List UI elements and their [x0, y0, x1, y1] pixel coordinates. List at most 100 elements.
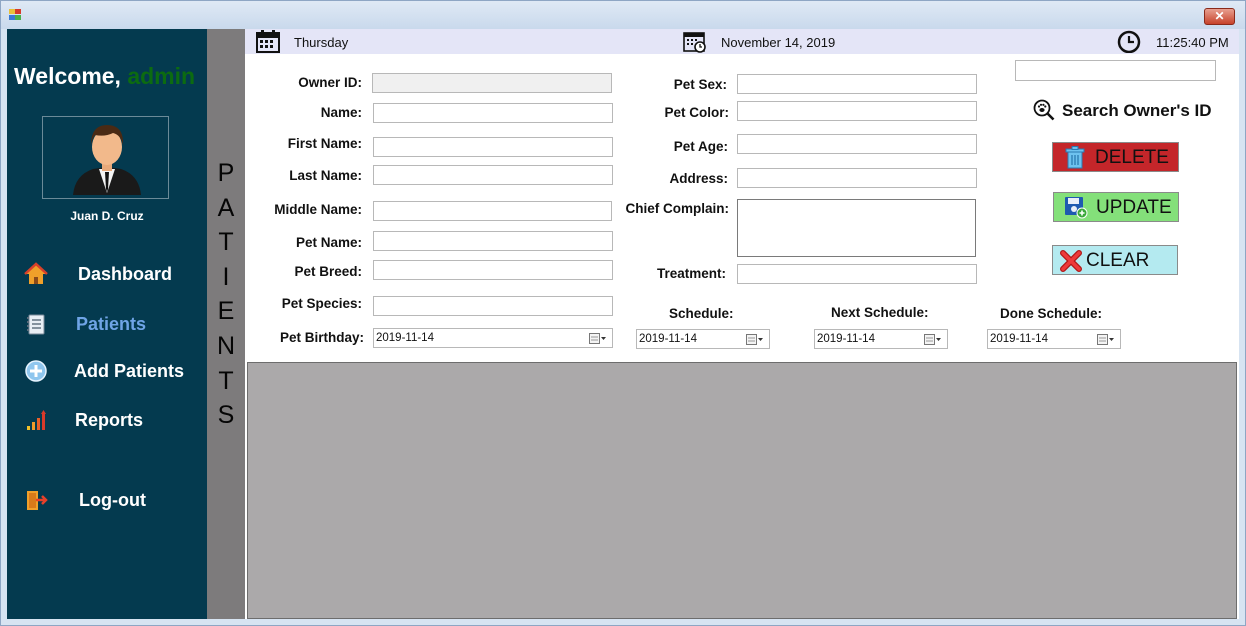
delete-button[interactable]: DELETE	[1052, 142, 1179, 172]
name-field[interactable]	[373, 103, 613, 123]
title-letter: P	[217, 159, 235, 187]
schedule-picker[interactable]: 2019-11-14	[636, 329, 770, 349]
owner-id-label: Owner ID:	[298, 75, 362, 90]
nav-item-log-out[interactable]: Log-out	[7, 485, 207, 515]
date-time-bar: Thursday November 14, 2019 11:25:40 PM	[245, 29, 1239, 54]
middle-name-label: Middle Name:	[274, 202, 362, 217]
pet-birthday-value: 2019-11-14	[376, 332, 434, 344]
clear-button-label: CLEAR	[1086, 250, 1150, 271]
house-icon	[24, 262, 48, 284]
current-time: 11:25:40 PM	[1156, 35, 1229, 50]
patients-data-grid[interactable]	[247, 362, 1237, 619]
schedule-value: 2019-11-14	[639, 333, 697, 345]
title-letter: S	[217, 401, 235, 430]
name-label: Name:	[320, 105, 362, 120]
nav-item-dashboard[interactable]: Dashboard	[7, 259, 207, 289]
pet-color-label: Pet Color:	[664, 105, 729, 120]
notebook-icon	[27, 314, 45, 335]
owner-id-field[interactable]	[372, 73, 612, 93]
save-disk-icon	[1065, 197, 1088, 219]
treatment-field[interactable]	[737, 264, 977, 284]
title-letter: E	[217, 297, 235, 326]
paw-search-icon	[1033, 99, 1055, 121]
pet-name-field[interactable]	[373, 231, 613, 251]
title-letter: I	[222, 262, 230, 291]
calendar-dropdown-icon[interactable]	[589, 333, 607, 345]
title-letter: N	[216, 331, 236, 360]
nav-item-patients[interactable]: Patients	[7, 309, 207, 339]
next-schedule-label: Next Schedule:	[831, 305, 929, 320]
schedule-label: Schedule:	[669, 306, 734, 321]
vertical-title-strip: P A T I E N T S	[207, 29, 245, 619]
sidebar: Welcome, admin Juan D. Cruz Dashboard Pa…	[7, 29, 207, 619]
pet-species-label: Pet Species:	[281, 296, 362, 311]
pet-sex-field[interactable]	[737, 74, 977, 94]
treatment-label: Treatment:	[656, 266, 726, 281]
bar-chart-icon	[27, 410, 46, 430]
update-button-label: UPDATE	[1096, 197, 1172, 218]
pet-sex-label: Pet Sex:	[673, 77, 727, 92]
calendar-clock-icon	[683, 32, 706, 53]
close-button[interactable]: ✕	[1204, 8, 1235, 25]
pet-birthday-label: Pet Birthday:	[279, 330, 364, 345]
calendar-dropdown-icon[interactable]	[1097, 334, 1115, 346]
exit-door-icon	[27, 491, 48, 510]
next-schedule-picker[interactable]: 2019-11-14	[814, 329, 948, 349]
search-owner-id-input[interactable]	[1015, 60, 1216, 81]
done-schedule-value: 2019-11-14	[990, 333, 1048, 345]
pet-name-label: Pet Name:	[295, 235, 362, 250]
calendar-dropdown-icon[interactable]	[924, 334, 942, 346]
title-bar[interactable]: ✕	[1, 1, 1245, 29]
done-schedule-label: Done Schedule:	[1000, 306, 1103, 321]
current-date: November 14, 2019	[721, 35, 836, 50]
welcome-heading: Welcome, admin	[14, 63, 207, 90]
pet-age-label: Pet Age:	[673, 139, 728, 154]
app-window: ✕ Welcome, admin Juan D. Cruz Dashboard …	[0, 0, 1246, 626]
vertical-page-title: P A T I E N T S	[207, 156, 245, 433]
chief-complain-label: Chief Complain:	[625, 201, 730, 216]
avatar	[42, 116, 169, 199]
pet-species-field[interactable]	[373, 296, 613, 316]
chief-complain-textarea[interactable]	[737, 199, 976, 257]
person-avatar-icon	[73, 125, 141, 195]
title-letter: T	[218, 366, 234, 395]
last-name-field[interactable]	[373, 165, 613, 185]
nav-label-reports: Reports	[75, 410, 144, 430]
first-name-field[interactable]	[373, 137, 613, 157]
pet-breed-label: Pet Breed:	[294, 264, 362, 279]
nav-label-add-patients: Add Patients	[74, 361, 185, 381]
nav-label-dashboard: Dashboard	[78, 264, 173, 284]
last-name-label: Last Name:	[289, 168, 362, 183]
nav-label-patients: Patients	[76, 314, 147, 334]
trash-icon	[1065, 146, 1085, 169]
delete-button-label: DELETE	[1095, 147, 1169, 168]
title-letter: T	[218, 228, 234, 257]
middle-name-field[interactable]	[373, 201, 612, 221]
welcome-prefix: Welcome,	[14, 63, 121, 89]
pet-birthday-picker[interactable]: 2019-11-14	[373, 328, 613, 348]
red-x-icon	[1060, 250, 1082, 272]
clock-icon	[1117, 30, 1141, 53]
pet-age-field[interactable]	[737, 134, 977, 154]
current-day: Thursday	[294, 35, 349, 50]
welcome-username: admin	[127, 63, 196, 89]
done-schedule-picker[interactable]: 2019-11-14	[987, 329, 1121, 349]
update-button[interactable]: UPDATE	[1053, 192, 1179, 222]
first-name-label: First Name:	[287, 136, 362, 151]
search-owner-id-label: Search Owner's ID	[1062, 101, 1212, 120]
user-name: Juan D. Cruz	[70, 209, 144, 223]
pet-breed-field[interactable]	[373, 260, 613, 280]
main-panel: Thursday November 14, 2019 11:25:40 PM O…	[245, 29, 1239, 619]
app-icon	[9, 9, 23, 21]
plus-circle-icon	[25, 360, 47, 382]
calendar-dropdown-icon[interactable]	[746, 334, 764, 346]
nav-item-reports[interactable]: Reports	[7, 405, 207, 435]
clear-button[interactable]: CLEAR	[1052, 245, 1178, 275]
nav-item-add-patients[interactable]: Add Patients	[7, 356, 207, 386]
address-label: Address:	[669, 171, 728, 186]
address-field[interactable]	[737, 168, 977, 188]
next-schedule-value: 2019-11-14	[817, 333, 875, 345]
nav-label-log-out: Log-out	[79, 490, 146, 510]
title-letter: A	[217, 193, 235, 222]
pet-color-field[interactable]	[737, 101, 977, 121]
